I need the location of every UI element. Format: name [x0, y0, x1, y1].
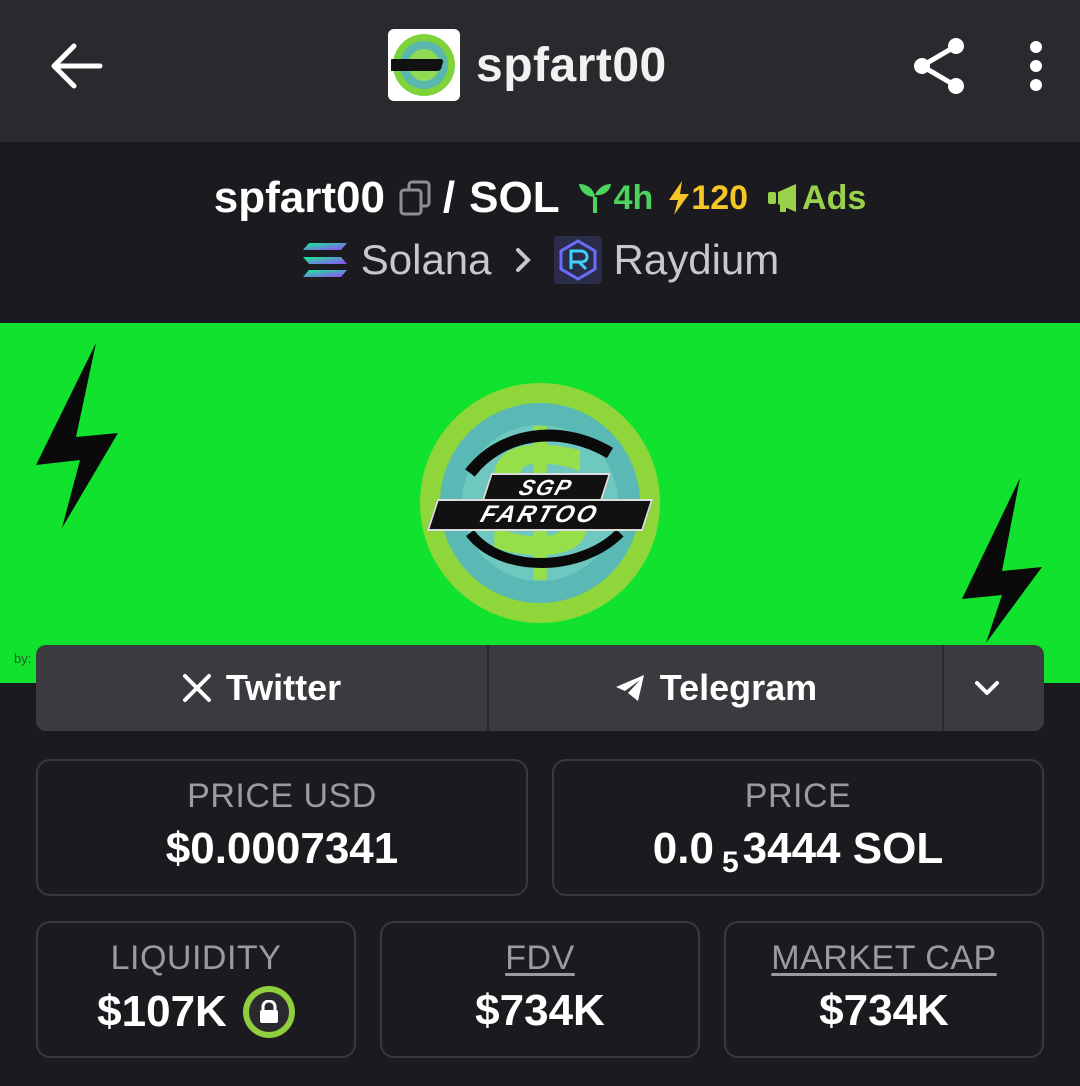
more-vertical-icon: [1030, 41, 1042, 91]
lightning-bolt-left: [36, 343, 118, 528]
social-links-bar: Twitter Telegram: [36, 645, 1044, 731]
price-native-prefix: 0.0: [652, 824, 714, 873]
price-native-zeros-subscript: 5: [721, 846, 739, 879]
price-usd-value: $0.0007341: [165, 824, 399, 873]
lightning-bolt-right: [962, 478, 1042, 643]
share-button[interactable]: [904, 30, 976, 102]
pair-age-text: 4h: [613, 178, 654, 217]
token-banner: $ SGP FARTOO by:: [0, 323, 1080, 683]
twitter-label: Twitter: [225, 667, 342, 708]
pair-quote-token: SOL: [469, 173, 560, 222]
market-cap-label[interactable]: MARKET CAP: [726, 939, 1042, 978]
pair-header: spfart00 / SOL 4h 120 Ads Solana Raydium: [0, 142, 1080, 323]
price-usd-card: PRICE USD $0.0007341: [36, 759, 528, 896]
chevron-right-icon: [514, 246, 532, 274]
raydium-icon: [553, 236, 602, 284]
chain-name: Solana: [360, 236, 492, 283]
megaphone-icon: [768, 184, 797, 212]
liquidity-label: LIQUIDITY: [110, 939, 282, 977]
market-cap-card[interactable]: MARKET CAP $734K: [724, 921, 1044, 1058]
twitter-button[interactable]: Twitter: [36, 645, 489, 731]
more-options-button[interactable]: [1000, 30, 1072, 102]
ads-label: Ads: [802, 178, 867, 217]
price-usd-label: PRICE USD: [187, 777, 377, 815]
token-logo: [388, 29, 460, 101]
liquidity-value-row: $107K: [38, 986, 354, 1038]
boost-count[interactable]: 120: [667, 179, 748, 218]
logo-text-bottom-bg: FARTOO: [426, 499, 654, 531]
app-bar-title: spfart00: [388, 29, 667, 101]
lightning-icon: [669, 181, 690, 215]
back-button[interactable]: [40, 30, 116, 102]
logo-text-bottom: FARTOO: [477, 501, 604, 528]
fdv-label[interactable]: FDV: [382, 939, 698, 978]
liquidity-card: LIQUIDITY $107K: [36, 921, 356, 1058]
banner-credit: by:: [14, 651, 32, 666]
app-bar: spfart00: [0, 0, 1080, 142]
price-native-label: PRICE: [744, 777, 852, 815]
telegram-label: Telegram: [659, 667, 818, 708]
sprout-icon: [578, 184, 611, 213]
fdv-value: $734K: [475, 986, 605, 1035]
pair-chain-row: Solana Raydium: [0, 234, 1080, 286]
telegram-button[interactable]: Telegram: [489, 645, 944, 731]
dex-name: Raydium: [613, 236, 780, 283]
telegram-icon: [615, 675, 644, 701]
more-links-dropdown[interactable]: [944, 645, 1044, 731]
ads-link[interactable]: Ads: [766, 179, 866, 218]
pair-separator: /: [442, 173, 456, 222]
logo-text-top: SGP: [515, 475, 577, 500]
pair-title-row: spfart00 / SOL 4h 120 Ads: [0, 172, 1080, 224]
dex-link[interactable]: Raydium: [553, 236, 780, 284]
pair-age: 4h: [576, 178, 654, 218]
x-twitter-icon: [182, 674, 211, 702]
share-icon: [914, 38, 964, 94]
solana-icon: [302, 243, 347, 277]
arrow-left-icon: [51, 43, 103, 89]
price-native-value: 0.0 5 3444 SOL: [554, 824, 1042, 879]
liquidity-lock-icon[interactable]: [242, 986, 295, 1038]
chain-link[interactable]: Solana: [301, 236, 492, 284]
app-bar-token-name: spfart00: [476, 38, 667, 92]
price-native-card: PRICE 0.0 5 3444 SOL: [552, 759, 1044, 896]
copy-icon[interactable]: [399, 180, 431, 216]
pair-base-token: spfart00: [213, 173, 385, 222]
liquidity-value: $107K: [97, 987, 227, 1036]
boost-count-text: 120: [691, 178, 749, 217]
chevron-down-icon: [975, 681, 999, 695]
market-cap-value: $734K: [819, 986, 949, 1035]
price-native-suffix: 3444 SOL: [742, 824, 944, 873]
fdv-card[interactable]: FDV $734K: [380, 921, 700, 1058]
